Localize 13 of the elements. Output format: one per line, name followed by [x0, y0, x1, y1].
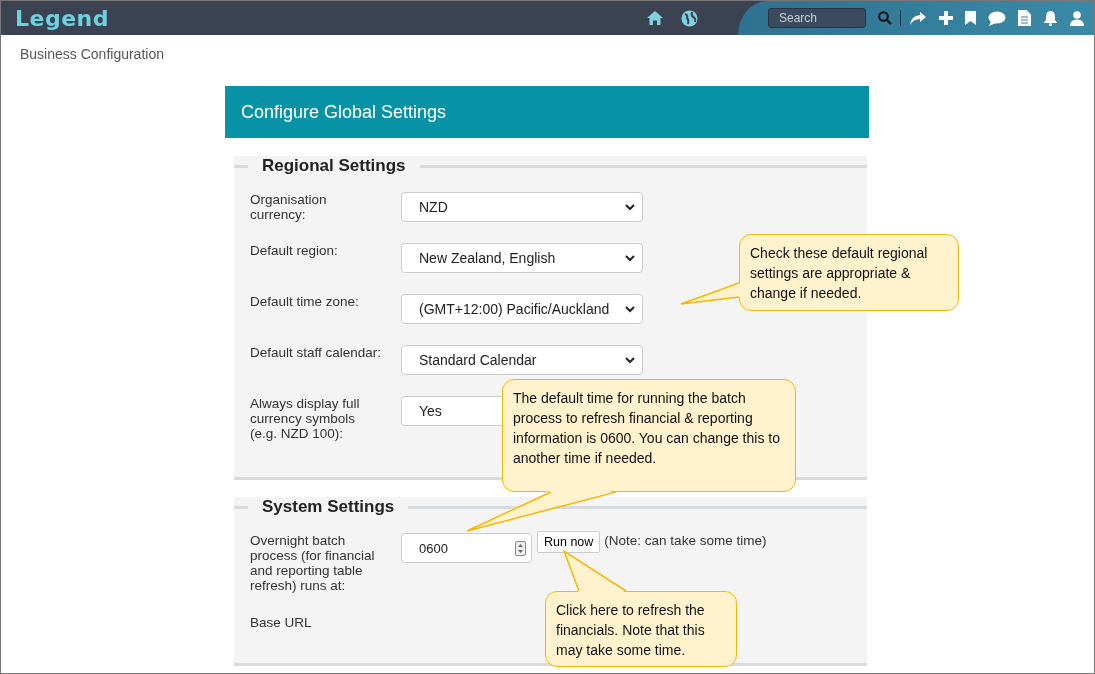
- section-title: Regional Settings: [261, 156, 407, 176]
- breadcrumb: Business Configuration: [19, 45, 165, 62]
- field-label: Overnight batch process (for financial and reporting table refresh) runs at:: [250, 533, 376, 593]
- note-text: (Note: can take some time): [604, 533, 767, 548]
- field-label: Base URL: [250, 615, 313, 630]
- field-label: Default time zone:: [250, 294, 360, 309]
- field-label: Always display full currency symbols (e.g. NZD 100):: [250, 396, 361, 441]
- section-title: System Settings: [261, 497, 396, 517]
- panel-title: Configure Global Settings: [241, 101, 447, 123]
- field-label: Organisation currency:: [250, 192, 328, 222]
- field-label: Default region:: [250, 243, 339, 258]
- field-label: Default staff calendar:: [250, 345, 383, 360]
- callout-tooltip: Check these default regional settings are appropriate & change if needed.: [739, 234, 959, 311]
